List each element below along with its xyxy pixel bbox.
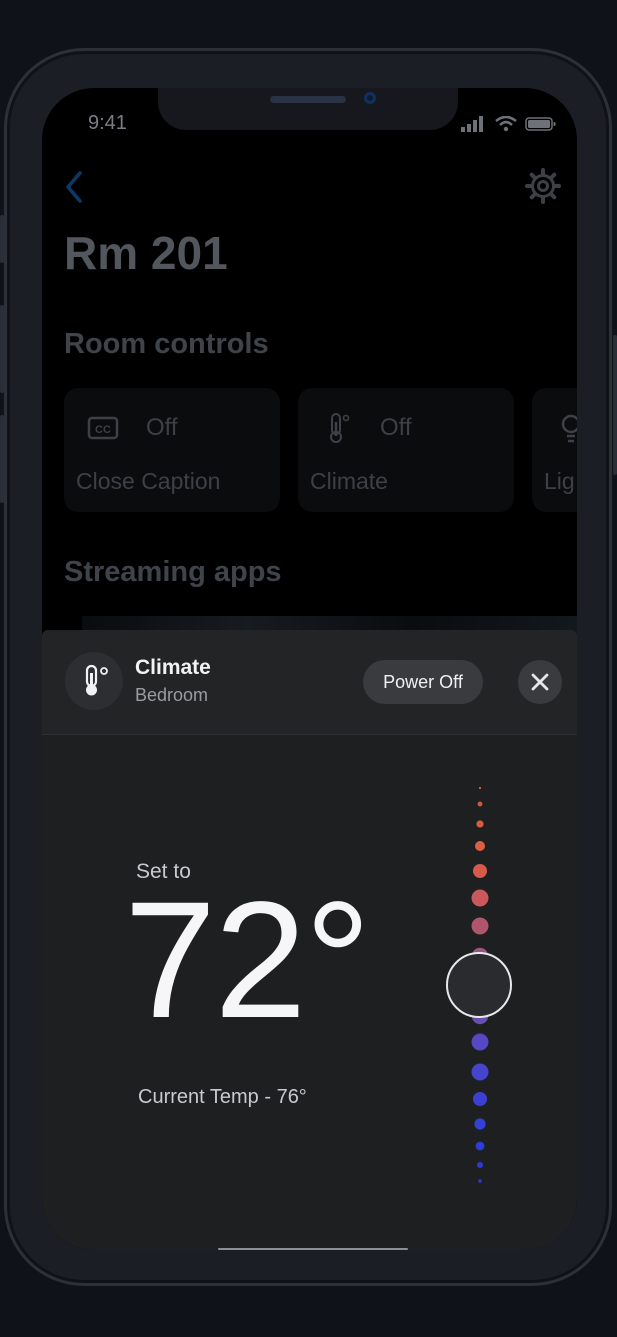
control-card-climate[interactable]: Off Climate — [298, 388, 514, 512]
camera — [364, 92, 376, 104]
gear-icon[interactable] — [525, 168, 561, 204]
climate-sheet: Climate Bedroom Power Off Set to 72° Cur… — [42, 630, 577, 1250]
back-chevron-icon[interactable] — [62, 170, 86, 204]
climate-icon-badge — [65, 652, 123, 710]
temperature-slider-knob[interactable] — [446, 952, 512, 1018]
signal-icon — [461, 116, 483, 132]
control-state: Off — [380, 414, 412, 441]
temperature-scale-dot — [471, 1033, 489, 1051]
temperature-scale-dot — [478, 1179, 482, 1183]
side-button — [0, 415, 4, 503]
temperature-scale-dot — [471, 917, 489, 935]
set-temperature: 72° — [124, 868, 371, 1053]
notch — [158, 88, 458, 130]
side-button — [0, 215, 4, 263]
section-title-room-controls: Room controls — [64, 328, 269, 360]
status-time: 9:41 — [88, 112, 127, 134]
section-title-streaming-apps: Streaming apps — [64, 556, 282, 588]
side-button — [613, 335, 617, 475]
side-button — [0, 305, 4, 393]
temperature-scale-dot — [475, 1141, 485, 1151]
current-temperature: Current Temp - 76° — [138, 1086, 307, 1108]
climate-room: Bedroom — [135, 685, 209, 705]
control-card-lights[interactable]: Lig — [532, 388, 577, 512]
temperature-scale-dot — [477, 1162, 483, 1168]
wifi-icon — [495, 116, 517, 132]
temperature-scale-dot — [471, 889, 489, 907]
control-card-close-caption[interactable]: CC Off Close Caption — [64, 388, 280, 512]
control-label: Lig — [544, 468, 575, 494]
room-controls-list: CC Off Close Caption Off Climate Lig — [64, 388, 577, 512]
temperature-scale-dot — [473, 864, 487, 878]
climate-title: Climate — [135, 656, 211, 679]
temperature-scale-dot — [477, 801, 483, 807]
status-icons — [461, 116, 557, 132]
temperature-scale-dot — [475, 841, 485, 851]
home-indicator — [218, 1248, 408, 1250]
speaker — [270, 96, 346, 103]
closed-caption-icon: CC — [87, 416, 119, 440]
temperature-scale-dot — [471, 1063, 489, 1081]
temperature-scale-dot — [476, 820, 484, 828]
power-off-button[interactable]: Power Off — [363, 660, 483, 704]
close-button[interactable] — [518, 660, 562, 704]
phone-screen: 9:41 Rm 201 Room controls CC Off Close C… — [42, 88, 577, 1250]
battery-icon — [525, 117, 556, 131]
svg-text:CC: CC — [95, 424, 111, 436]
page-title: Rm 201 — [64, 227, 228, 279]
temperature-scale-dot — [478, 786, 482, 790]
thermometer-icon — [85, 664, 108, 696]
climate-sheet-header: Climate Bedroom Power Off — [42, 630, 577, 735]
lightbulb-icon — [561, 414, 577, 443]
control-label: Climate — [310, 468, 388, 494]
temperature-scale-dot — [473, 1092, 487, 1106]
control-state: Off — [146, 414, 178, 441]
close-icon — [531, 673, 549, 691]
temperature-scale-dot — [474, 1118, 486, 1130]
thermometer-icon — [330, 413, 350, 443]
control-label: Close Caption — [76, 468, 221, 494]
